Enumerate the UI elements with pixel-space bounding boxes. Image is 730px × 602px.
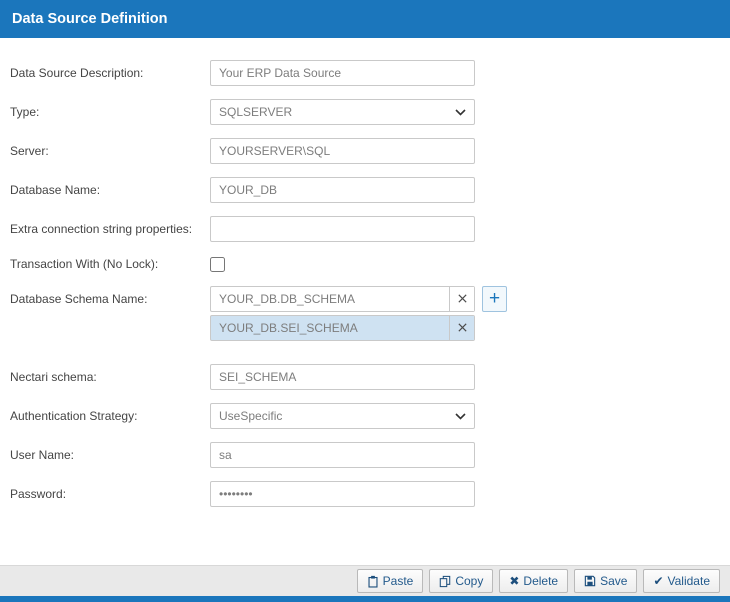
type-label: Type:: [10, 105, 210, 119]
description-label: Data Source Description:: [10, 66, 210, 80]
field-row-type: Type: SQLSERVER: [10, 99, 730, 125]
field-row-extra: Extra connection string properties:: [10, 216, 730, 242]
field-row-server: Server:: [10, 138, 730, 164]
username-label: User Name:: [10, 448, 210, 462]
close-icon: [457, 292, 468, 307]
field-row-nectari: Nectari schema:: [10, 364, 730, 390]
nolock-checkbox[interactable]: [210, 257, 225, 272]
auth-strategy-value: UseSpecific: [219, 409, 282, 423]
field-row-password: Password:: [10, 481, 730, 507]
close-icon: [457, 321, 468, 336]
delete-button[interactable]: ✖ Delete: [499, 569, 568, 593]
description-input[interactable]: [210, 60, 475, 86]
copy-icon: [439, 575, 451, 588]
delete-x-icon: ✖: [509, 575, 519, 587]
validate-button-label: Validate: [668, 574, 710, 588]
paste-button[interactable]: Paste: [357, 569, 424, 593]
schema-list: YOUR_DB.DB_SCHEMA + YOUR_DB.SEI_SCHEMA: [210, 286, 507, 341]
type-select[interactable]: SQLSERVER: [210, 99, 475, 125]
schema-item-selected[interactable]: YOUR_DB.SEI_SCHEMA: [210, 315, 475, 341]
checkmark-icon: ✔: [653, 575, 663, 587]
field-row-description: Data Source Description:: [10, 60, 730, 86]
chevron-down-icon: [455, 109, 466, 116]
save-button-label: Save: [600, 574, 627, 588]
schema-row-1: YOUR_DB.DB_SCHEMA +: [210, 286, 507, 312]
database-name-input[interactable]: [210, 177, 475, 203]
field-row-schema: Database Schema Name: YOUR_DB.DB_SCHEMA …: [10, 286, 730, 341]
field-row-auth: Authentication Strategy: UseSpecific: [10, 403, 730, 429]
schema-label: Database Schema Name:: [10, 286, 210, 306]
server-input[interactable]: [210, 138, 475, 164]
save-button[interactable]: Save: [574, 569, 637, 593]
extra-properties-input[interactable]: [210, 216, 475, 242]
extra-properties-label: Extra connection string properties:: [10, 222, 210, 236]
username-input[interactable]: [210, 442, 475, 468]
paste-button-label: Paste: [383, 574, 414, 588]
password-label: Password:: [10, 487, 210, 501]
field-row-nolock: Transaction With (No Lock):: [10, 255, 730, 273]
type-select-value: SQLSERVER: [219, 105, 292, 119]
data-source-form: Data Source Description: Type: SQLSERVER…: [0, 38, 730, 507]
data-source-definition-dialog: Data Source Definition Data Source Descr…: [0, 0, 730, 602]
remove-schema-button[interactable]: [449, 316, 474, 340]
nectari-schema-input[interactable]: [210, 364, 475, 390]
bottom-accent-bar: [0, 596, 730, 602]
chevron-down-icon: [455, 413, 466, 420]
paste-icon: [367, 575, 379, 588]
auth-strategy-select[interactable]: UseSpecific: [210, 403, 475, 429]
copy-button-label: Copy: [455, 574, 483, 588]
server-label: Server:: [10, 144, 210, 158]
auth-strategy-label: Authentication Strategy:: [10, 409, 210, 423]
database-name-label: Database Name:: [10, 183, 210, 197]
delete-button-label: Delete: [523, 574, 558, 588]
plus-icon: +: [489, 289, 500, 308]
schema-row-2: YOUR_DB.SEI_SCHEMA: [210, 315, 507, 341]
copy-button[interactable]: Copy: [429, 569, 493, 593]
validate-button[interactable]: ✔ Validate: [643, 569, 720, 593]
bottom-toolbar: Paste Copy ✖ Delete Save: [0, 565, 730, 596]
nectari-schema-label: Nectari schema:: [10, 370, 210, 384]
nolock-label: Transaction With (No Lock):: [10, 257, 210, 271]
password-input[interactable]: [210, 481, 475, 507]
schema-item-value: YOUR_DB.DB_SCHEMA: [211, 287, 449, 311]
field-row-database: Database Name:: [10, 177, 730, 203]
remove-schema-button[interactable]: [449, 287, 474, 311]
save-icon: [584, 575, 596, 587]
schema-item[interactable]: YOUR_DB.DB_SCHEMA: [210, 286, 475, 312]
schema-item-value: YOUR_DB.SEI_SCHEMA: [211, 316, 449, 340]
add-schema-button[interactable]: +: [482, 286, 507, 312]
field-row-username: User Name:: [10, 442, 730, 468]
dialog-title: Data Source Definition: [0, 0, 730, 38]
